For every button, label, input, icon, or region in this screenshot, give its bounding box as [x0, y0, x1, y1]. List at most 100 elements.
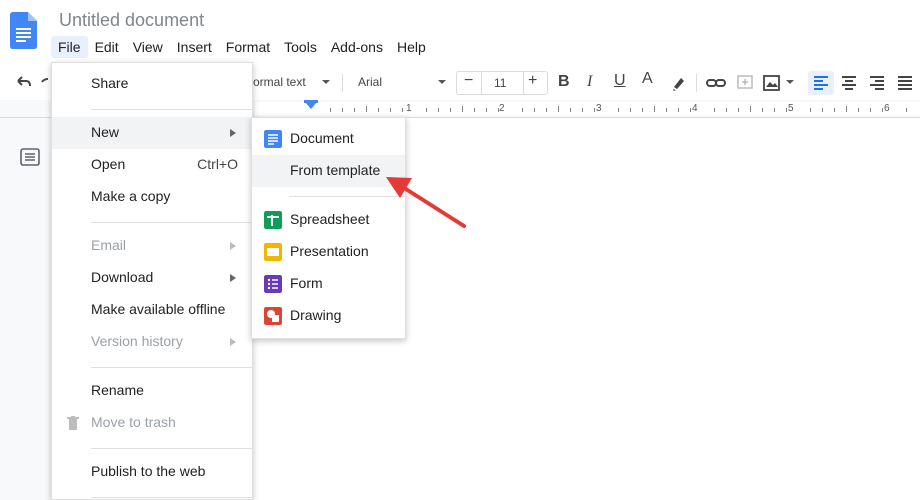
left-indent-marker[interactable]: [305, 102, 317, 109]
menu-addons[interactable]: Add-ons: [324, 36, 390, 58]
ruler-number: 3: [596, 103, 602, 114]
menu-separator: [91, 222, 253, 223]
drawings-icon: [264, 307, 282, 325]
ruler-tick: [342, 108, 343, 112]
document-outline-icon[interactable]: [20, 148, 40, 166]
menu-item-email: Email: [52, 230, 254, 262]
trash-icon: [67, 416, 79, 430]
menu-help[interactable]: Help: [390, 36, 433, 58]
menu-item-label: Version history: [91, 333, 183, 349]
ruler-tick: [750, 106, 751, 112]
menu-bar: File Edit View Insert Format Tools Add-o…: [51, 36, 433, 58]
menu-edit[interactable]: Edit: [88, 36, 126, 58]
comment-icon[interactable]: [735, 72, 755, 94]
ruler-number: 1: [406, 103, 412, 114]
style-caret-icon: [322, 80, 330, 84]
ruler-tick: [570, 108, 571, 112]
menu-item-label: Publish to the web: [91, 463, 206, 479]
text-color-button[interactable]: A: [642, 70, 653, 88]
align-left-icon[interactable]: [811, 72, 831, 94]
font-caret-icon: [438, 80, 446, 84]
underline-button[interactable]: U: [614, 72, 626, 90]
align-right-icon[interactable]: [867, 72, 887, 94]
menu-item-download[interactable]: Download: [52, 262, 254, 294]
ruler-number: 6: [884, 103, 890, 114]
new-submenu: Document From template Spreadsheet Prese…: [251, 117, 406, 339]
menu-item-publish[interactable]: Publish to the web: [52, 456, 254, 488]
ruler-tick: [522, 108, 523, 112]
shortcut-label: Ctrl+O: [197, 156, 238, 172]
submenu-item-document[interactable]: Document: [252, 123, 405, 155]
menu-format[interactable]: Format: [219, 36, 277, 58]
menu-separator: [91, 367, 253, 368]
ruler-tick: [870, 108, 871, 112]
menu-tools[interactable]: Tools: [277, 36, 324, 58]
menu-view[interactable]: View: [126, 36, 170, 58]
ruler-tick: [378, 108, 379, 112]
ruler-tick: [474, 108, 475, 112]
menu-item-label: Make a copy: [91, 188, 171, 204]
link-icon[interactable]: [705, 72, 727, 94]
menu-item-share[interactable]: Share: [52, 68, 254, 100]
decrease-font-size-button[interactable]: −: [464, 72, 473, 90]
ruler-tick: [666, 108, 667, 112]
menu-item-new[interactable]: New: [52, 117, 254, 149]
document-title[interactable]: Untitled document: [59, 10, 204, 31]
toolbar-divider: [696, 74, 697, 92]
ruler-tick: [354, 108, 355, 112]
font-family-dropdown[interactable]: Arial: [358, 75, 382, 89]
divider: [523, 72, 524, 94]
divider: [481, 72, 482, 94]
ruler-tick: [390, 108, 391, 112]
increase-font-size-button[interactable]: +: [528, 72, 537, 90]
redo-icon[interactable]: [38, 72, 52, 94]
google-docs-logo-icon[interactable]: [10, 12, 37, 49]
italic-button[interactable]: I: [587, 73, 592, 91]
submenu-item-spreadsheet[interactable]: Spreadsheet: [252, 204, 405, 236]
menu-separator: [91, 109, 253, 110]
menu-separator: [91, 497, 253, 498]
paragraph-style-dropdown[interactable]: ormal text: [253, 75, 306, 89]
image-caret-icon: [786, 80, 794, 84]
sheets-icon: [264, 211, 282, 229]
bold-button[interactable]: B: [558, 73, 570, 91]
menu-item-label: Download: [91, 269, 154, 285]
menu-item-label: Open: [91, 156, 126, 172]
image-icon[interactable]: [762, 72, 782, 94]
ruler-tick: [642, 108, 643, 112]
submenu-item-drawing[interactable]: Drawing: [252, 300, 405, 332]
submenu-item-label: Presentation: [290, 243, 369, 259]
menu-item-make-copy[interactable]: Make a copy: [52, 181, 254, 213]
ruler-tick: [714, 108, 715, 112]
ruler-tick: [486, 108, 487, 112]
ruler-tick: [450, 108, 451, 112]
submenu-item-label: Drawing: [290, 307, 342, 323]
menu-insert[interactable]: Insert: [170, 36, 219, 58]
ruler-tick: [330, 108, 331, 112]
ruler-tick: [846, 106, 847, 112]
ruler-tick: [678, 108, 679, 112]
ruler-tick: [810, 108, 811, 112]
ruler-tick: [402, 108, 403, 112]
submenu-item-label: From template: [290, 162, 381, 178]
slides-icon: [264, 243, 282, 261]
submenu-item-from-template[interactable]: From template: [252, 155, 405, 187]
ruler-tick: [438, 108, 439, 112]
menu-item-label: Move to trash: [91, 414, 176, 430]
menu-file[interactable]: File: [51, 36, 88, 58]
highlight-icon[interactable]: [669, 72, 689, 94]
submenu-item-form[interactable]: Form: [252, 268, 405, 300]
menu-item-rename[interactable]: Rename: [52, 375, 254, 407]
justify-icon[interactable]: [895, 72, 915, 94]
submenu-item-presentation[interactable]: Presentation: [252, 236, 405, 268]
font-size-input[interactable]: 11: [494, 76, 506, 90]
submenu-item-label: Spreadsheet: [290, 211, 370, 227]
undo-icon[interactable]: [12, 72, 34, 94]
menu-item-make-offline[interactable]: Make available offline: [52, 294, 254, 326]
ruler-tick: [690, 108, 691, 112]
menu-item-open[interactable]: Open Ctrl+O: [52, 149, 254, 181]
ruler-tick: [834, 108, 835, 112]
toolbar-divider: [342, 74, 343, 92]
align-center-icon[interactable]: [839, 72, 859, 94]
ruler-tick: [546, 108, 547, 112]
